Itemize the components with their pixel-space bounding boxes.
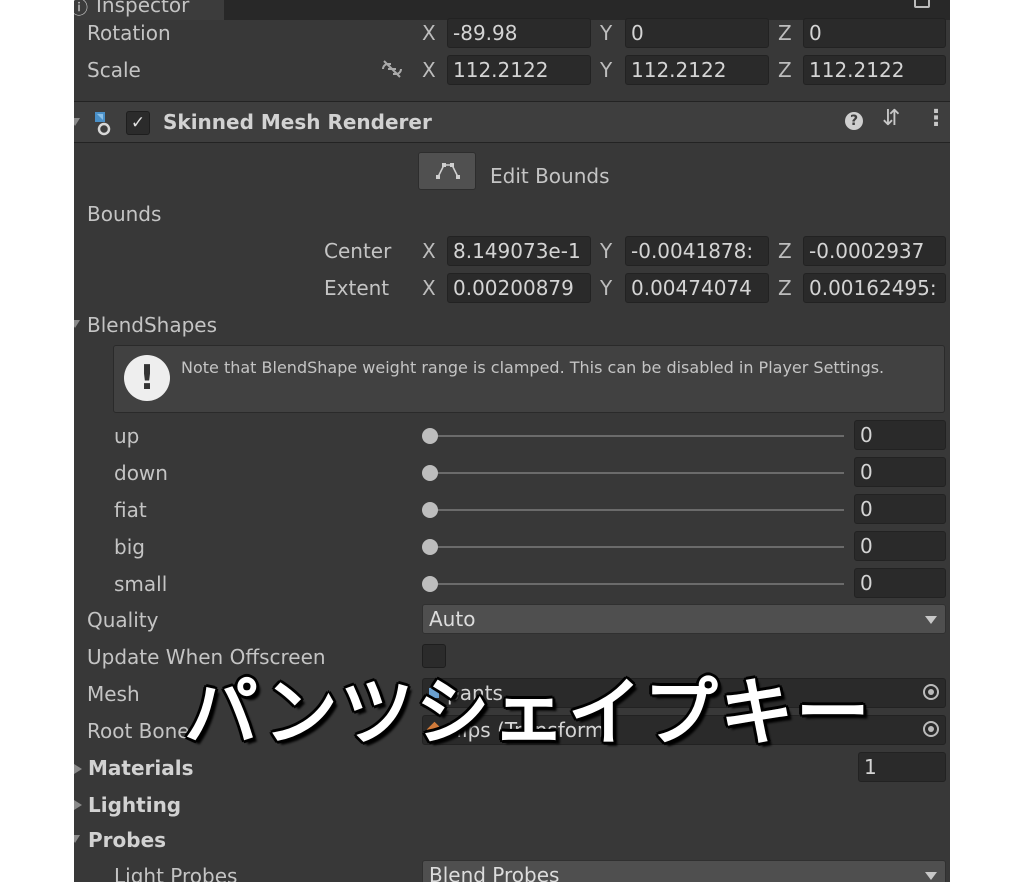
- bounds-label: Bounds: [87, 202, 162, 226]
- blendshape-small-value-field[interactable]: 0: [854, 568, 946, 598]
- blendshape-fiat-value-field[interactable]: 0: [854, 494, 946, 524]
- center-z-label[interactable]: Z: [778, 236, 792, 266]
- center-z-field[interactable]: -0.0002937: [803, 236, 946, 266]
- chevron-down-icon: [925, 872, 937, 880]
- scale-y-field[interactable]: 112.2122: [625, 55, 769, 85]
- rotation-z-label[interactable]: Z: [778, 18, 792, 48]
- blendshapes-label[interactable]: BlendShapes: [87, 311, 217, 339]
- materials-foldout-icon[interactable]: [74, 764, 82, 774]
- scale-y-label[interactable]: Y: [600, 55, 612, 85]
- blendshape-up-slider-handle[interactable]: [422, 428, 438, 444]
- edit-bounds-button[interactable]: [418, 152, 476, 190]
- extent-x-label[interactable]: X: [422, 273, 436, 303]
- separator: [74, 142, 950, 143]
- center-x-label[interactable]: X: [422, 236, 436, 266]
- inspector-icon: ⓘ: [74, 0, 88, 19]
- blendshape-up-value-field[interactable]: 0: [854, 420, 946, 450]
- light-probes-value: Blend Probes: [429, 863, 560, 882]
- blendshape-down-value-field[interactable]: 0: [854, 457, 946, 487]
- blendshape-big-slider-handle[interactable]: [422, 539, 438, 555]
- probes-label[interactable]: Probes: [88, 826, 166, 854]
- quality-label: Quality: [87, 608, 159, 632]
- lighting-foldout-icon[interactable]: [74, 800, 82, 810]
- blendshape-big-label: big: [114, 535, 145, 559]
- rotation-x-field[interactable]: -89.98: [447, 18, 591, 48]
- tab-bar-background: [224, 0, 950, 20]
- inspector-tab-title: Inspector: [96, 0, 190, 17]
- lighting-label[interactable]: Lighting: [88, 791, 181, 819]
- constrain-proportions-icon[interactable]: [380, 58, 404, 80]
- context-menu-icon[interactable]: ⋮: [925, 106, 947, 131]
- mesh-label: Mesh: [87, 682, 140, 706]
- component-foldout-icon[interactable]: [74, 118, 80, 126]
- blendshape-down-slider[interactable]: [430, 472, 844, 474]
- light-probes-dropdown[interactable]: Blend Probes: [422, 860, 946, 882]
- chevron-down-icon: [925, 616, 937, 624]
- update-offscreen-checkbox[interactable]: [422, 644, 446, 668]
- scale-x-field[interactable]: 112.2122: [447, 55, 591, 85]
- rotation-y-field[interactable]: 0: [625, 18, 769, 48]
- extent-z-field[interactable]: 0.00162495:: [803, 273, 946, 303]
- extent-y-field[interactable]: 0.00474074: [625, 273, 769, 303]
- blendshape-small-slider-handle[interactable]: [422, 576, 438, 592]
- presets-icon[interactable]: ⇵: [882, 106, 900, 131]
- materials-label[interactable]: Materials: [88, 754, 194, 782]
- help-icon[interactable]: ?: [845, 112, 863, 130]
- root-bone-label: Root Bone: [87, 719, 190, 743]
- blendshape-fiat-slider[interactable]: [430, 509, 844, 511]
- blendshape-big-slider[interactable]: [430, 546, 844, 548]
- blendshape-big-value-field[interactable]: 0: [854, 531, 946, 561]
- component-title: Skinned Mesh Renderer: [163, 110, 432, 134]
- scale-z-label[interactable]: Z: [778, 55, 792, 85]
- skinned-mesh-renderer-icon: [95, 112, 111, 136]
- blendshape-fiat-slider-handle[interactable]: [422, 502, 438, 518]
- center-y-label[interactable]: Y: [600, 236, 612, 266]
- object-picker-icon[interactable]: [923, 684, 939, 700]
- scale-z-field[interactable]: 112.2122: [803, 55, 946, 85]
- rotation-y-label[interactable]: Y: [600, 18, 612, 48]
- edit-bounds-label: Edit Bounds: [490, 164, 610, 188]
- quality-value: Auto: [429, 607, 476, 631]
- extent-x-field[interactable]: 0.00200879: [447, 273, 591, 303]
- overlay-caption: パンツシェイプキー: [184, 670, 872, 756]
- center-y-field[interactable]: -0.0041878:: [625, 236, 769, 266]
- update-offscreen-label: Update When Offscreen: [87, 645, 326, 669]
- scale-label: Scale: [87, 58, 141, 82]
- center-label: Center: [324, 239, 392, 263]
- blendshape-small-label: small: [114, 572, 168, 596]
- component-enabled-checkbox[interactable]: ✓: [126, 111, 150, 135]
- warning-text: Note that BlendShape weight range is cla…: [181, 358, 885, 377]
- quality-dropdown[interactable]: Auto: [422, 604, 946, 634]
- blendshape-warning-box: ! Note that BlendShape weight range is c…: [113, 345, 945, 413]
- edit-bounds-icon: [436, 163, 460, 179]
- blendshape-down-slider-handle[interactable]: [422, 465, 438, 481]
- extent-z-label[interactable]: Z: [778, 273, 792, 303]
- scale-x-label[interactable]: X: [422, 55, 436, 85]
- blendshape-up-slider[interactable]: [430, 435, 844, 437]
- blendshape-down-label: down: [114, 461, 168, 485]
- probes-foldout-icon[interactable]: [74, 835, 80, 843]
- blendshape-up-label: up: [114, 424, 140, 448]
- center-x-field[interactable]: 8.149073e-1: [447, 236, 591, 266]
- extent-y-label[interactable]: Y: [600, 273, 612, 303]
- light-probes-label: Light Probes: [114, 864, 238, 882]
- rotation-label: Rotation: [87, 21, 171, 45]
- blendshape-small-slider[interactable]: [430, 583, 844, 585]
- warning-icon: !: [124, 355, 170, 401]
- rotation-z-field[interactable]: 0: [803, 18, 946, 48]
- blendshape-fiat-label: fiat: [114, 498, 147, 522]
- object-picker-icon[interactable]: [923, 721, 939, 737]
- lock-icon[interactable]: [914, 0, 930, 8]
- blendshapes-foldout-icon[interactable]: [74, 320, 80, 328]
- rotation-x-label[interactable]: X: [422, 18, 436, 48]
- extent-label: Extent: [324, 276, 390, 300]
